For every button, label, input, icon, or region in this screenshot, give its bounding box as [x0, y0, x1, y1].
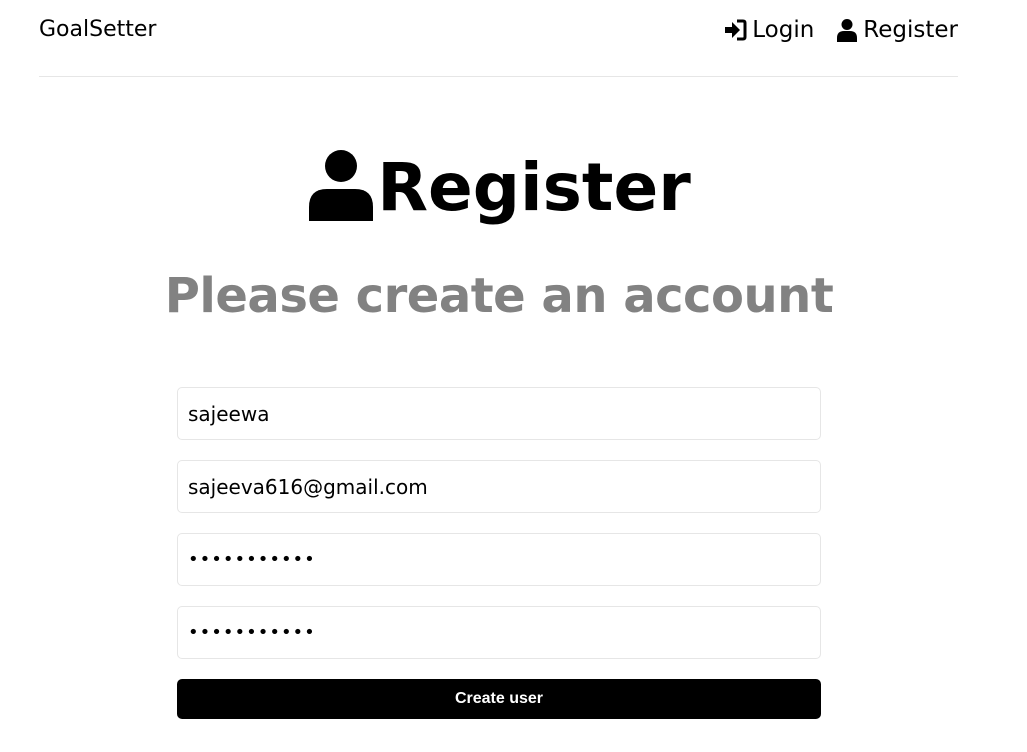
register-link[interactable]: Register: [836, 17, 958, 43]
login-link[interactable]: Login: [723, 17, 814, 43]
password-input[interactable]: [177, 533, 821, 586]
confirm-password-input[interactable]: [177, 606, 821, 659]
user-icon: [836, 18, 858, 42]
header: GoalSetter Login Register: [39, 0, 958, 77]
brand-logo-link[interactable]: GoalSetter: [39, 15, 156, 45]
name-input[interactable]: [177, 387, 821, 440]
page-title: Register: [377, 149, 691, 226]
sign-in-icon: [723, 19, 747, 41]
page-subtitle: Please create an account: [164, 268, 834, 324]
register-form: Create user: [177, 387, 821, 719]
top-nav: Login Register: [723, 15, 958, 45]
email-input[interactable]: [177, 460, 821, 513]
create-user-button[interactable]: Create user: [177, 679, 821, 719]
page-heading: Register: [0, 138, 1000, 238]
user-icon: [309, 149, 374, 221]
login-label: Login: [752, 17, 815, 43]
register-label: Register: [863, 17, 958, 43]
